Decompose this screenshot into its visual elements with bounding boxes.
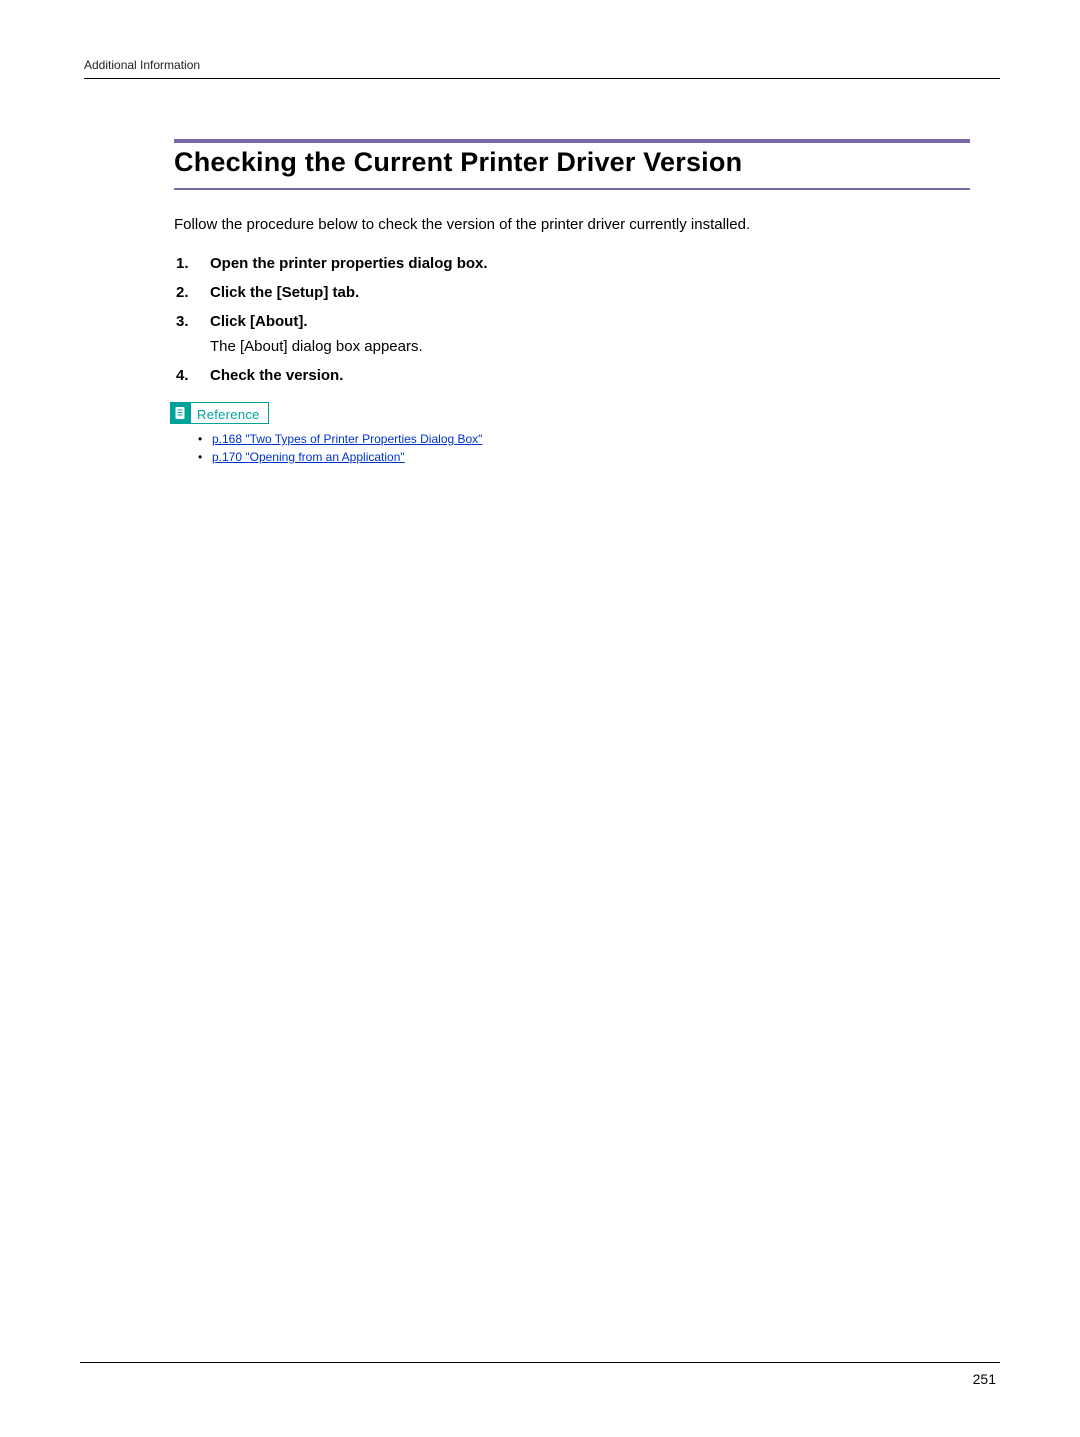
header-chapter: Additional Information: [84, 58, 1000, 72]
title-wrap: Checking the Current Printer Driver Vers…: [174, 139, 970, 190]
step-text: Open the printer properties dialog box.: [210, 255, 488, 272]
step-item: Click the [Setup] tab.: [174, 284, 970, 301]
reference-link-item: p.168 "Two Types of Printer Properties D…: [198, 432, 970, 446]
header-rule: [84, 78, 1000, 79]
steps-list: Open the printer properties dialog box. …: [174, 255, 970, 384]
page-number: 251: [973, 1371, 996, 1387]
step-subtext: The [About] dialog box appears.: [210, 338, 970, 355]
reference-label: Reference: [190, 402, 269, 424]
step-item: Click [About]. The [About] dialog box ap…: [174, 313, 970, 355]
step-item: Check the version.: [174, 367, 970, 384]
reference-link-item: p.170 "Opening from an Application": [198, 450, 970, 464]
step-text: Click [About].: [210, 313, 308, 330]
reference-badge: Reference: [170, 402, 269, 424]
intro-text: Follow the procedure below to check the …: [174, 216, 970, 233]
page-title: Checking the Current Printer Driver Vers…: [174, 147, 970, 178]
footer-rule: [80, 1362, 1000, 1363]
reference-link[interactable]: p.170 "Opening from an Application": [212, 450, 405, 464]
step-item: Open the printer properties dialog box.: [174, 255, 970, 272]
step-text: Click the [Setup] tab.: [210, 284, 359, 301]
reference-link[interactable]: p.168 "Two Types of Printer Properties D…: [212, 432, 482, 446]
step-text: Check the version.: [210, 367, 343, 384]
document-icon: [170, 402, 190, 424]
page: Additional Information Checking the Curr…: [0, 0, 1080, 1437]
reference-links: p.168 "Two Types of Printer Properties D…: [198, 432, 970, 464]
section: Checking the Current Printer Driver Vers…: [174, 139, 970, 464]
